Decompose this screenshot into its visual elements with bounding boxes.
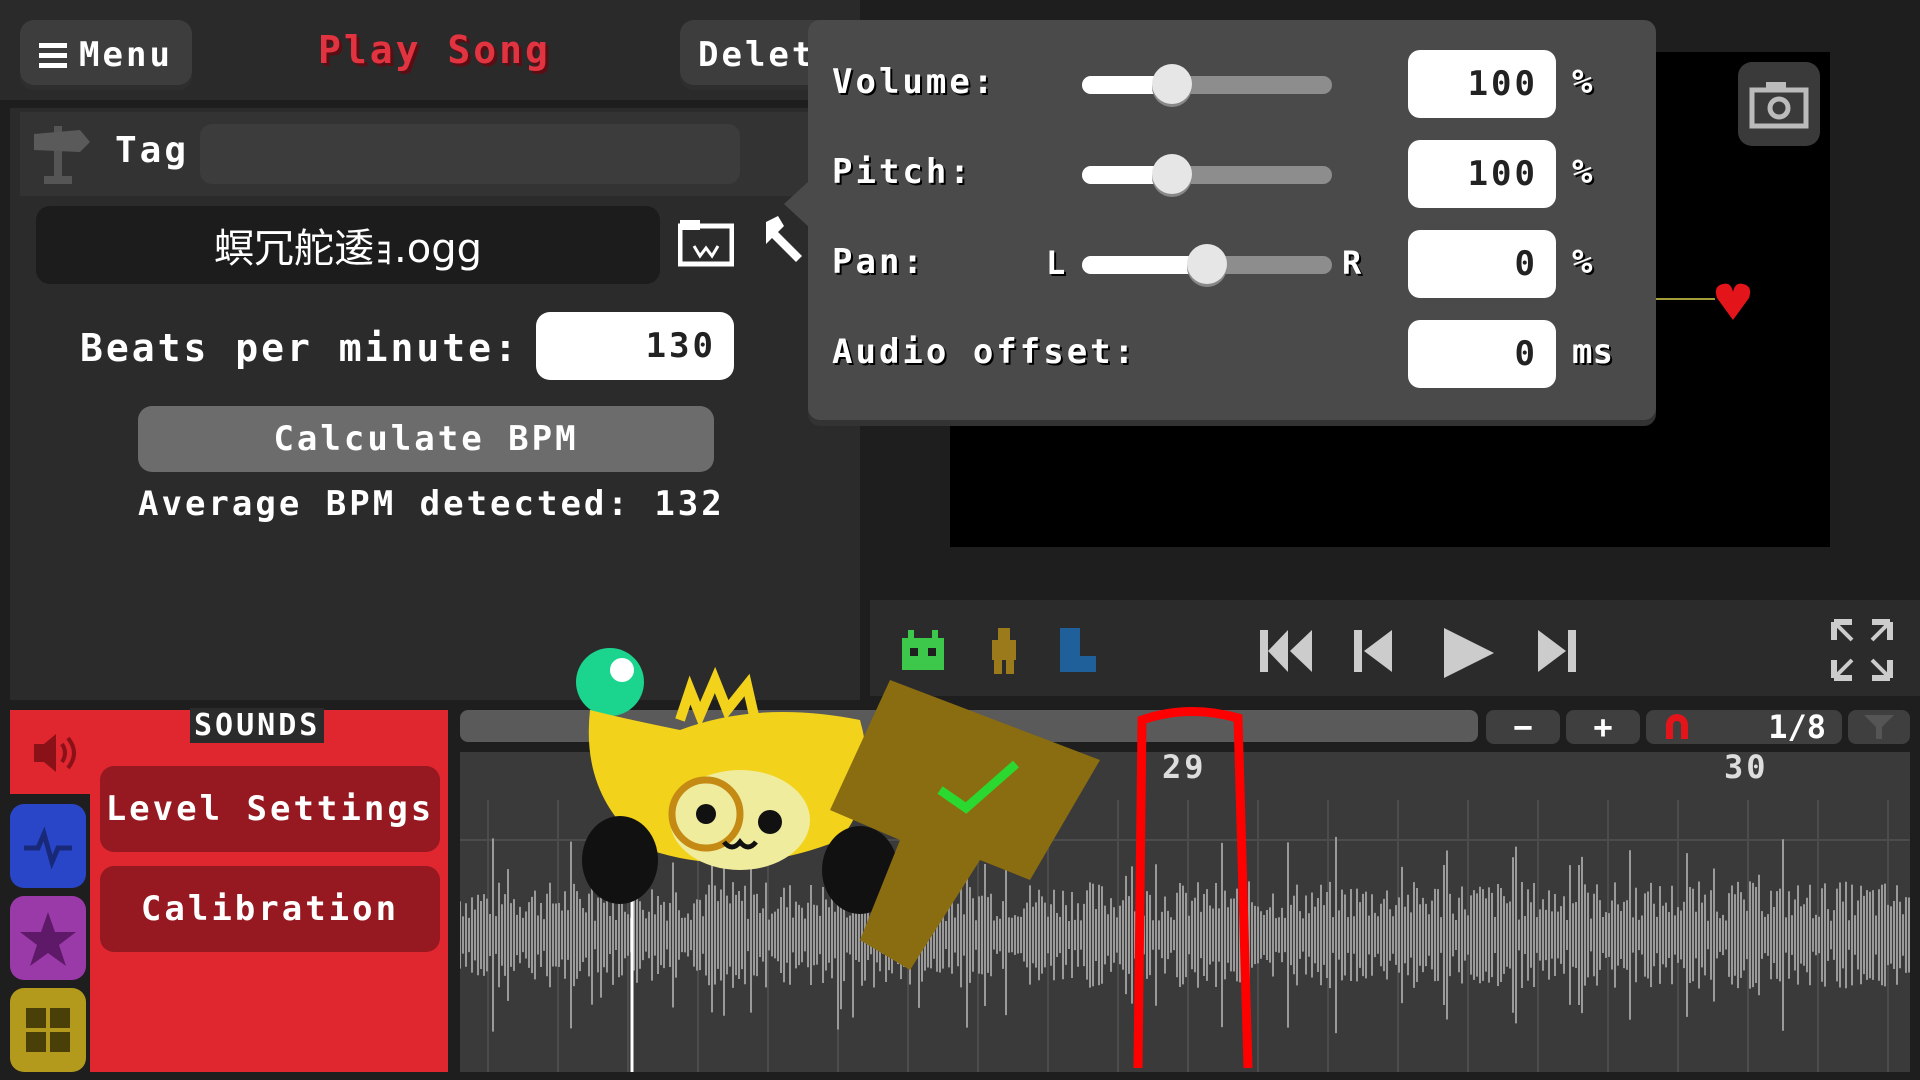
bpm-input[interactable]: 130 [536, 312, 734, 380]
song-file-name: 螟冗舵逶ｮ.ogg [214, 226, 482, 272]
bar-number-30: 30 [1724, 748, 1769, 786]
snap-selector[interactable]: 1/8 [1646, 708, 1842, 746]
popup-pointer [784, 180, 810, 228]
audio-offset-unit: ms [1572, 332, 1613, 372]
audio-offset-input[interactable]: 0 [1408, 320, 1556, 388]
events-tab[interactable] [10, 804, 86, 888]
decorations-tab[interactable] [10, 896, 86, 980]
calculate-bpm-button[interactable]: Calculate BPM [138, 406, 714, 472]
song-panel [10, 108, 860, 700]
mascot-sticker [576, 648, 1100, 970]
filter-button[interactable] [1848, 710, 1910, 744]
level-settings-button[interactable]: Level Settings [100, 766, 440, 852]
rooms-tab[interactable] [10, 988, 86, 1072]
pitch-unit: % [1572, 152, 1593, 192]
camera-icon [1749, 82, 1809, 129]
pitch-input[interactable]: 100 [1408, 140, 1556, 208]
pan-left-label: L [1046, 244, 1066, 282]
pitch-label: Pitch: [832, 152, 973, 192]
pan-slider[interactable] [1082, 244, 1332, 284]
grid-icon [26, 1008, 70, 1052]
pan-label: Pan: [832, 242, 926, 282]
bpm-label: Beats per minute: [80, 326, 520, 370]
play-song-button[interactable]: Play Song [318, 28, 551, 72]
zoom-in-button[interactable]: + [1566, 708, 1640, 746]
folder-icon[interactable] [678, 216, 734, 268]
funnel-icon [1864, 715, 1894, 739]
pitch-slider[interactable] [1082, 154, 1332, 194]
pan-right-label: R [1342, 244, 1362, 282]
pan-input[interactable]: 0 [1408, 230, 1556, 298]
pulse-icon [24, 826, 72, 870]
tag-label: Tag [115, 130, 190, 171]
pan-unit: % [1572, 242, 1593, 282]
hamburger-icon [39, 38, 68, 73]
average-bpm-text: Average BPM detected: 132 [138, 484, 725, 524]
pan-slider-knob[interactable] [1187, 244, 1227, 284]
skip-start-icon[interactable] [1258, 626, 1314, 676]
fullscreen-icon[interactable] [1830, 618, 1894, 682]
sounds-tab[interactable] [10, 710, 90, 794]
heart-icon [1715, 283, 1751, 320]
speaker-icon [34, 734, 76, 772]
volume-unit: % [1572, 62, 1593, 102]
volume-slider[interactable] [1082, 64, 1332, 104]
volume-label: Volume: [832, 62, 997, 102]
signpost-icon [34, 126, 90, 184]
play-icon[interactable] [1440, 626, 1496, 680]
snap-value: 1/8 [1768, 708, 1826, 746]
song-file-selector[interactable]: 螟冗舵逶ｮ.ogg [36, 206, 660, 284]
menu-button[interactable]: Menu [20, 20, 192, 90]
volume-slider-knob[interactable] [1152, 64, 1192, 104]
volume-input[interactable]: 100 [1408, 50, 1556, 118]
step-back-icon[interactable] [1352, 626, 1396, 676]
sounds-title: SOUNDS [190, 708, 325, 743]
menu-label: Menu [79, 35, 173, 75]
tag-input[interactable] [200, 124, 740, 184]
red-annotation-outline [1133, 707, 1253, 1069]
zoom-out-button[interactable]: − [1486, 708, 1560, 746]
star-icon [20, 912, 76, 966]
magnet-icon [1666, 714, 1688, 739]
step-forward-icon[interactable] [1534, 626, 1578, 676]
calibration-button[interactable]: Calibration [100, 866, 440, 952]
pitch-slider-knob[interactable] [1152, 154, 1192, 194]
camera-button[interactable] [1738, 62, 1820, 146]
audio-offset-label: Audio offset: [832, 332, 1138, 372]
beat-line [1655, 298, 1715, 300]
